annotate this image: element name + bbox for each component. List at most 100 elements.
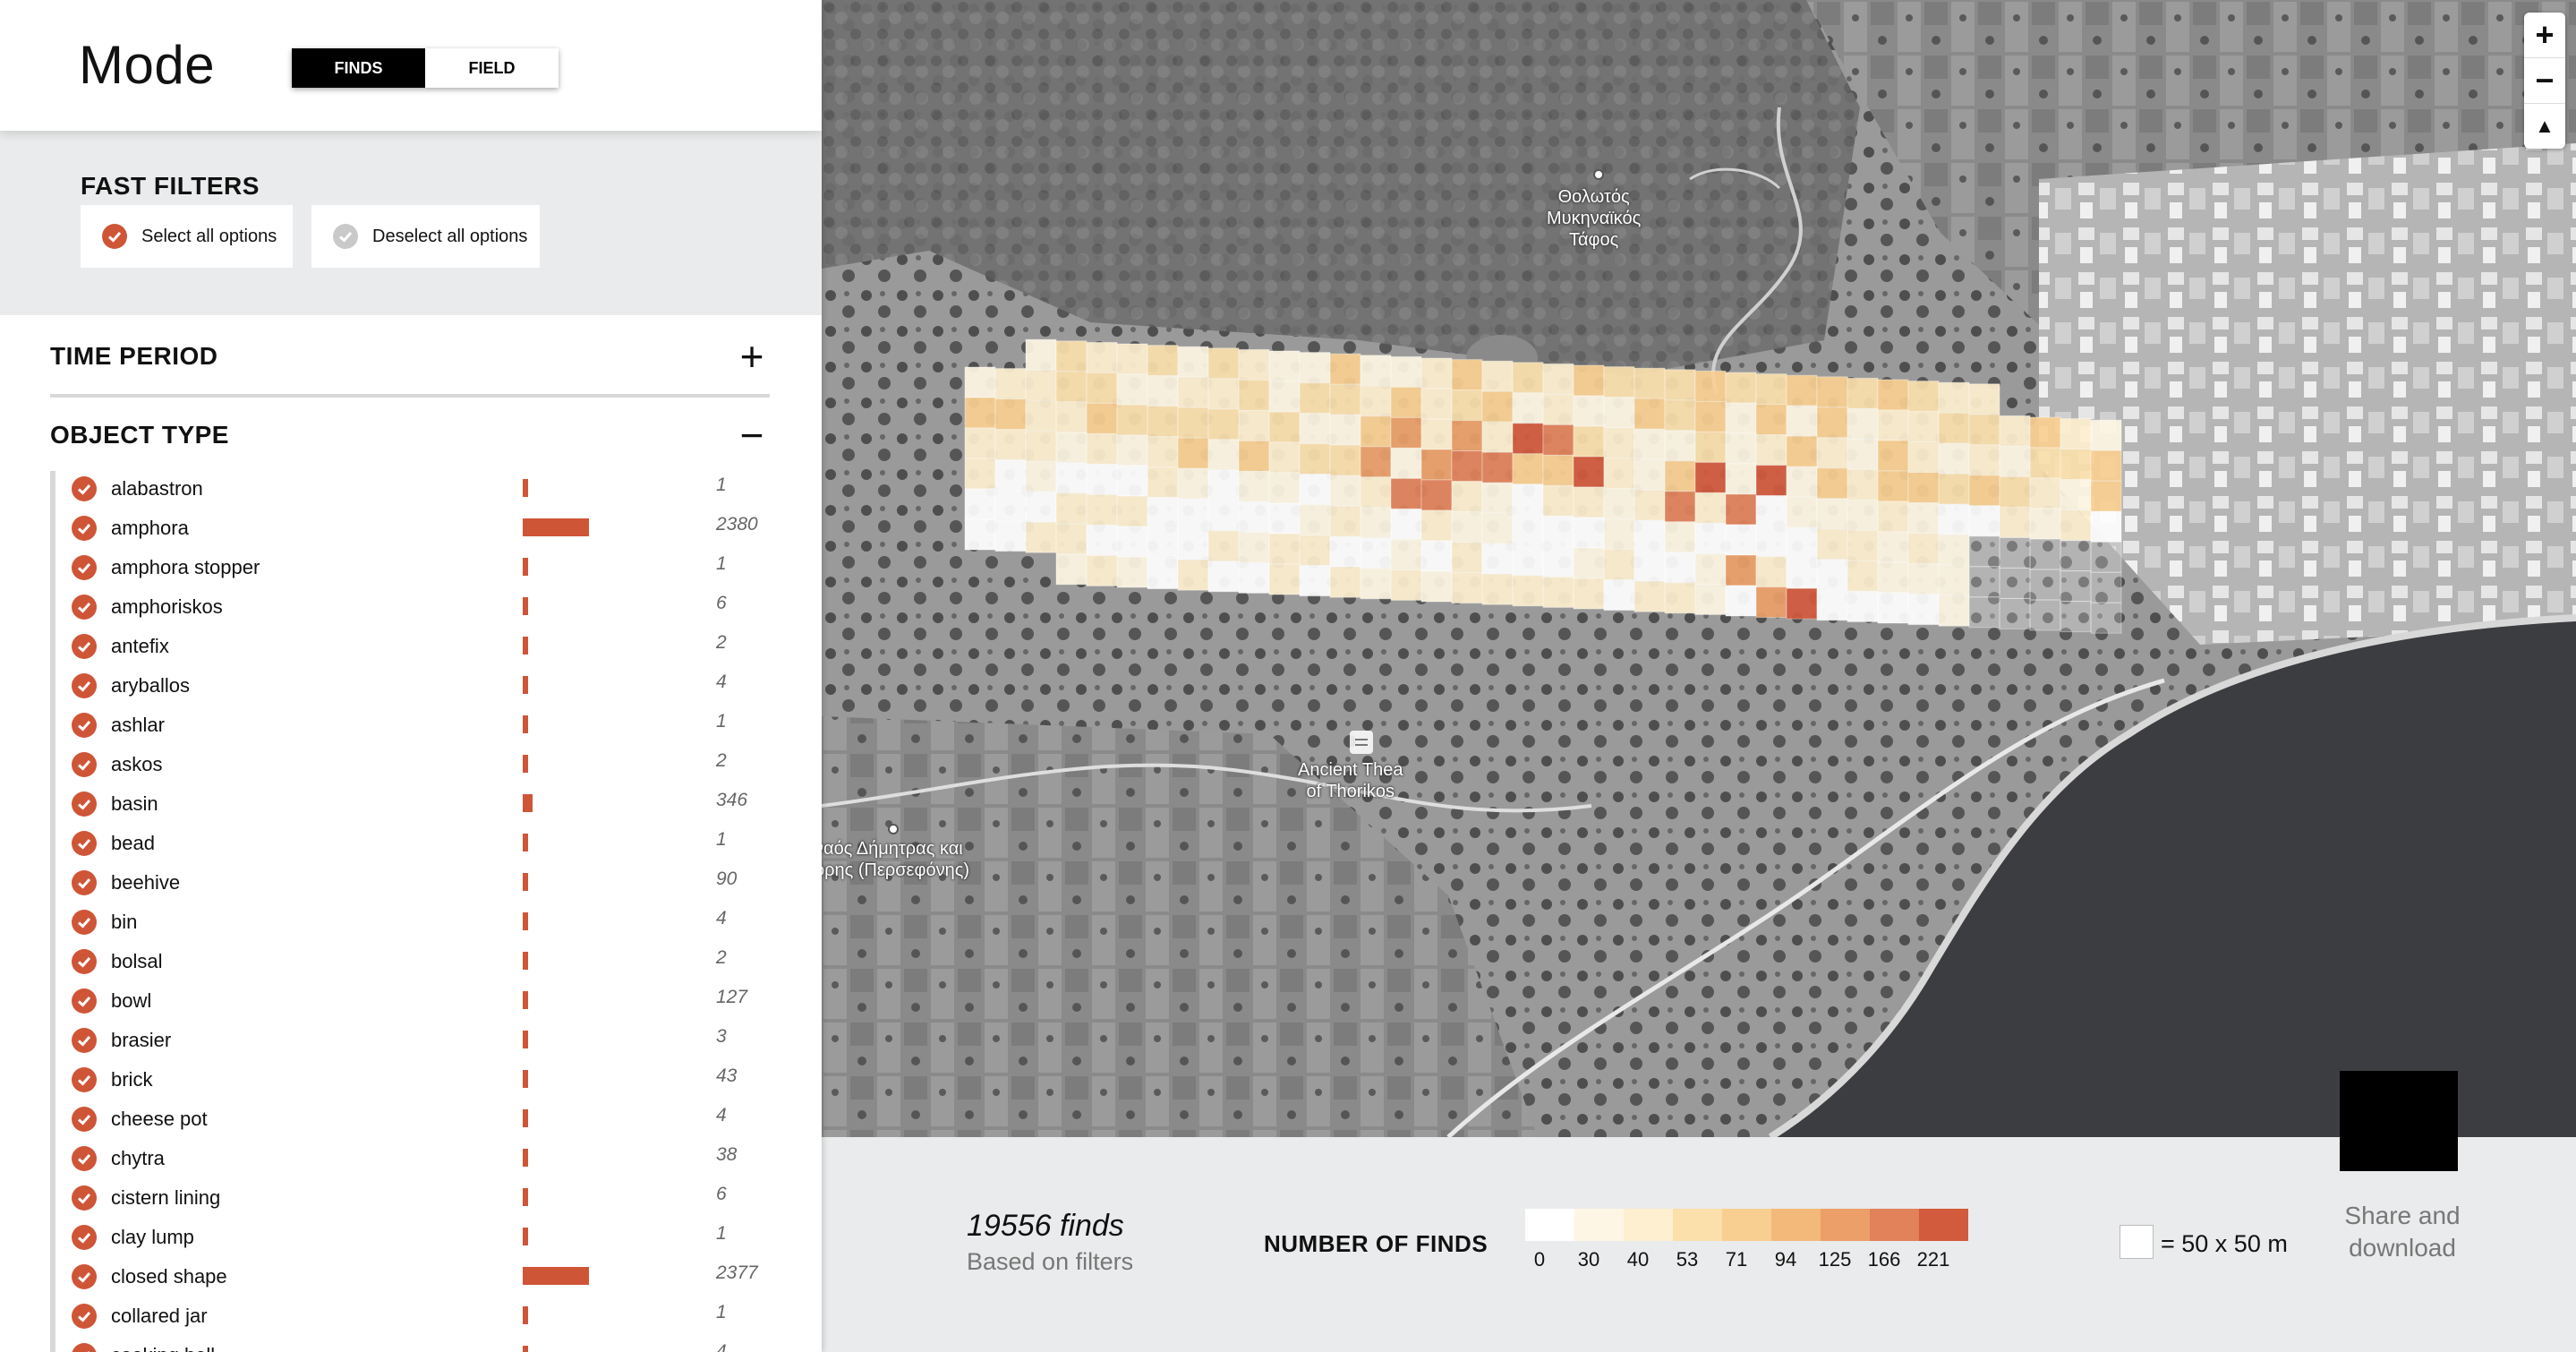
grid-cell[interactable] <box>1360 537 1392 569</box>
expand-plus-icon[interactable]: + <box>734 336 770 377</box>
grid-cell[interactable] <box>964 518 996 551</box>
grid-cell[interactable] <box>1907 563 1940 595</box>
grid-cell[interactable] <box>1816 528 1848 560</box>
grid-cell[interactable] <box>1664 369 1696 401</box>
grid-cell[interactable] <box>1603 579 1635 612</box>
grid-cell[interactable] <box>1725 432 1757 465</box>
grid-cell[interactable] <box>1938 564 1970 596</box>
grid-cell[interactable] <box>1451 542 1483 574</box>
grid-cell[interactable] <box>1725 372 1757 404</box>
grid-cell[interactable] <box>1603 458 1635 490</box>
grid-cell[interactable] <box>1025 430 1057 462</box>
grid-cell[interactable] <box>1816 559 1848 591</box>
grid-cell[interactable] <box>1907 411 1940 443</box>
grid-cell[interactable] <box>1907 502 1940 535</box>
grid-cell[interactable] <box>1907 441 1940 474</box>
grid-cell[interactable] <box>1755 495 1787 527</box>
grid-cell[interactable] <box>1786 435 1818 467</box>
grid-cell[interactable] <box>1147 527 1179 560</box>
grid-cell[interactable] <box>1573 364 1605 397</box>
object-type-row[interactable]: bolsal 2 <box>72 942 770 981</box>
grid-cell[interactable] <box>1694 522 1727 554</box>
grid-cell[interactable] <box>1999 475 2031 508</box>
grid-cell[interactable] <box>1207 439 1240 471</box>
grid-cell[interactable] <box>1512 423 1544 455</box>
select-all-button[interactable]: Select all options <box>81 205 293 268</box>
grid-cell[interactable] <box>1603 427 1635 459</box>
grid-cell[interactable] <box>1573 486 1605 518</box>
grid-cell[interactable] <box>1755 556 1787 588</box>
grid-cell[interactable] <box>2090 480 2122 512</box>
collapse-minus-icon[interactable]: − <box>734 415 770 456</box>
grid-cell[interactable] <box>1268 350 1301 382</box>
grid-cell[interactable] <box>1999 536 2031 569</box>
grid-cell[interactable] <box>1755 373 1787 406</box>
field-mode-button[interactable]: FIELD <box>425 48 559 88</box>
grid-cell[interactable] <box>1755 434 1787 466</box>
grid-cell[interactable] <box>1938 381 1970 414</box>
share-download-link[interactable]: Share and download <box>2322 1200 2483 1264</box>
grid-cell[interactable] <box>1116 526 1148 558</box>
grid-cell[interactable] <box>1573 456 1605 488</box>
map-view[interactable]: Θολωτός Μυκηναϊκός Τάφος Ancient Thea of… <box>822 0 2576 1137</box>
time-period-section-header[interactable]: TIME PERIOD + <box>50 319 770 398</box>
grid-cell[interactable] <box>1786 587 1818 620</box>
grid-cell[interactable] <box>1451 572 1483 604</box>
grid-cell[interactable] <box>994 429 1027 461</box>
grid-cell[interactable] <box>1360 507 1392 539</box>
check-icon[interactable] <box>72 595 97 620</box>
object-type-section-header[interactable]: OBJECT TYPE − <box>50 398 770 473</box>
grid-cell[interactable] <box>1999 567 2031 599</box>
grid-cell[interactable] <box>1847 377 1879 409</box>
grid-cell[interactable] <box>1877 501 1909 533</box>
grid-cell[interactable] <box>1329 414 1361 446</box>
grid-cell[interactable] <box>2029 569 2061 601</box>
grid-cell[interactable] <box>1420 479 1453 511</box>
grid-cell[interactable] <box>1664 460 1696 492</box>
grid-cell[interactable] <box>1938 595 1970 627</box>
grid-cell[interactable] <box>1573 395 1605 427</box>
grid-cell[interactable] <box>2090 541 2122 573</box>
grid-cell[interactable] <box>1603 518 1635 551</box>
grid-cell[interactable] <box>1268 563 1301 595</box>
grid-cell[interactable] <box>1725 554 1757 586</box>
grid-cell[interactable] <box>1907 381 1940 413</box>
grid-cell[interactable] <box>2029 416 2061 449</box>
grid-cell[interactable] <box>1847 590 1879 622</box>
grid-cell[interactable] <box>1512 575 1544 607</box>
grid-cell[interactable] <box>1207 378 1240 410</box>
grid-cell[interactable] <box>1025 369 1057 401</box>
grid-cell[interactable] <box>1207 347 1240 380</box>
check-icon[interactable] <box>72 1185 97 1211</box>
grid-cell[interactable] <box>1938 442 1970 475</box>
grid-cell[interactable] <box>1451 389 1483 422</box>
grid-cell[interactable] <box>1542 393 1574 425</box>
grid-cell[interactable] <box>1542 515 1574 547</box>
check-icon[interactable] <box>72 713 97 738</box>
grid-cell[interactable] <box>1451 511 1483 543</box>
grid-cell[interactable] <box>2060 449 2092 481</box>
grid-cell[interactable] <box>1481 573 1514 605</box>
grid-cell[interactable] <box>1055 523 1088 555</box>
grid-cell[interactable] <box>2060 418 2092 450</box>
grid-cell[interactable] <box>1299 352 1331 384</box>
grid-cell[interactable] <box>1451 359 1483 391</box>
grid-cell[interactable] <box>1238 348 1270 381</box>
grid-cell[interactable] <box>1360 476 1392 509</box>
grid-cell[interactable] <box>1086 341 1118 373</box>
grid-cell[interactable] <box>994 368 1027 400</box>
grid-cell[interactable] <box>1542 545 1574 578</box>
grid-cell[interactable] <box>1694 400 1727 432</box>
grid-cell[interactable] <box>1664 552 1696 584</box>
grid-cell[interactable] <box>1086 432 1118 465</box>
grid-cell[interactable] <box>1938 534 1970 566</box>
grid-cell[interactable] <box>1847 407 1879 440</box>
grid-cell[interactable] <box>1207 560 1240 593</box>
grid-cell[interactable] <box>1481 451 1514 483</box>
grid-cell[interactable] <box>1786 405 1818 437</box>
grid-cell[interactable] <box>2029 477 2061 509</box>
grid-cell[interactable] <box>1055 462 1088 494</box>
grid-cell[interactable] <box>1390 386 1422 418</box>
grid-cell[interactable] <box>1664 582 1696 614</box>
grid-cell[interactable] <box>1116 343 1148 375</box>
